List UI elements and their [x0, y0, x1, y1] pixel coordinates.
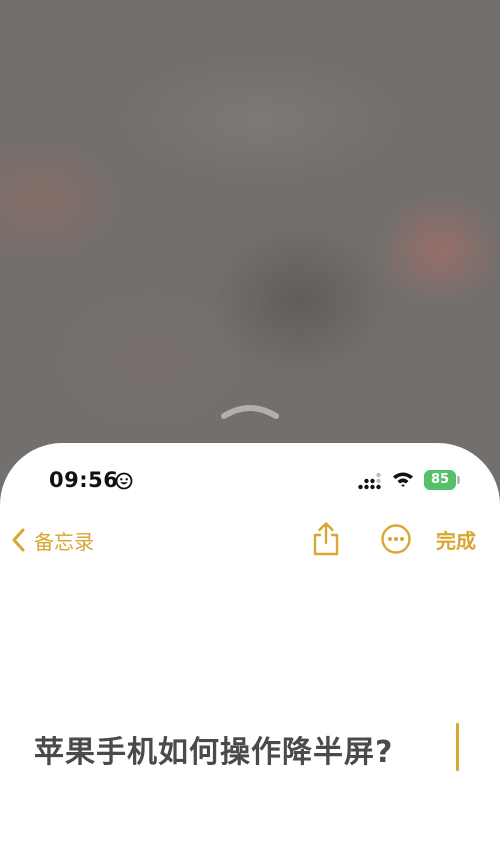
signal-icon: [358, 472, 381, 490]
text-cursor: [456, 723, 459, 771]
done-button[interactable]: 完成: [436, 525, 476, 554]
share-icon[interactable]: [310, 521, 342, 557]
pull-up-handle-icon[interactable]: [220, 399, 280, 421]
battery-icon: 85: [424, 470, 460, 490]
note-editor[interactable]: 苹果手机如何操作降半屏?: [0, 723, 500, 783]
status-time: 09:56: [49, 468, 119, 492]
chevron-left-icon: [12, 528, 25, 552]
notes-toolbar: 备忘录 完成: [0, 517, 500, 563]
status-bar: 09:56 85: [0, 443, 500, 517]
back-button[interactable]: 备忘录: [10, 523, 94, 557]
back-button-label: 备忘录: [34, 529, 94, 554]
wifi-icon: [393, 472, 413, 487]
notes-app-sheet: 09:56 85 备忘录 完成 苹果手机如何操作降半屏?: [0, 443, 500, 856]
note-title-text: 苹果手机如何操作降半屏?: [34, 735, 394, 770]
screen: 09:56 85 备忘录 完成 苹果手机如何操作降半屏?: [0, 0, 500, 856]
ellipsis-circle-icon[interactable]: [380, 523, 412, 555]
smiley-face-icon: [115, 472, 133, 490]
battery-tip: [457, 476, 460, 484]
battery-level: 85: [424, 470, 456, 490]
